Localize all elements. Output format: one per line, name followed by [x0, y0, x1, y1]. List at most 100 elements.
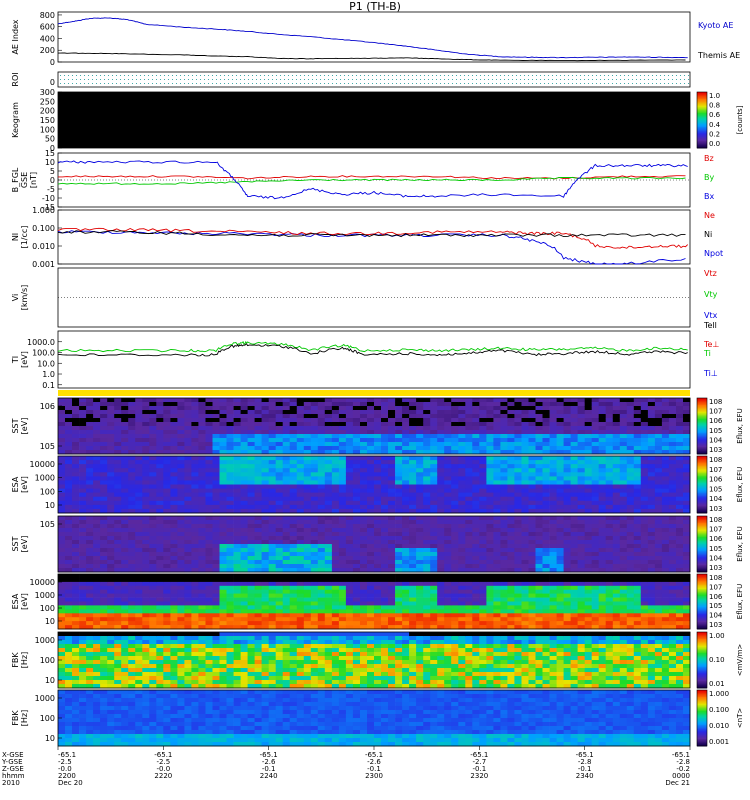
spectrogram-cell [254, 605, 262, 610]
spectrogram-cell [289, 520, 298, 525]
spectrogram-cell [72, 605, 80, 610]
spectrogram-cell [535, 468, 543, 473]
spectrogram-cell [345, 496, 354, 502]
spectrogram-cell [254, 560, 262, 565]
spectrogram-cell [668, 410, 677, 415]
spectrogram-cell [633, 504, 642, 510]
spectrogram-cell [591, 434, 600, 439]
spectrogram-cell [647, 492, 656, 498]
spectrogram-cell [584, 442, 593, 447]
spectrogram-cell [584, 410, 593, 415]
spectrogram-cell [324, 548, 333, 553]
spectrogram-cell [219, 402, 227, 407]
spectrogram-cell [409, 500, 417, 506]
spectrogram-cell [58, 456, 66, 461]
roi-dot [612, 75, 613, 76]
spectrogram-cell [647, 422, 656, 427]
spectrogram-cell [303, 402, 312, 407]
spectrogram-cell [156, 500, 164, 506]
spectrogram-cell [219, 585, 227, 591]
spectrogram-cell [93, 398, 101, 403]
spectrogram-cell [170, 480, 178, 485]
spectrogram-cell [226, 456, 234, 461]
spectrogram-cell [437, 442, 445, 447]
spectrogram-cell [184, 609, 192, 614]
spectrogram-cell [247, 460, 255, 465]
spectrogram-cell [409, 524, 417, 529]
spectrogram-cell [479, 524, 487, 529]
spectrogram-cell [577, 520, 585, 525]
spectrogram-cell [402, 532, 410, 537]
spectrogram-cell [58, 524, 66, 529]
spectrogram-cell [598, 552, 607, 557]
roi-dot [80, 83, 81, 84]
spectrogram-cell [668, 402, 677, 407]
spectrogram-cell [542, 442, 550, 447]
spectrogram-cell [472, 496, 480, 502]
spectrogram-cell [205, 605, 213, 610]
spectrogram-cell [177, 410, 185, 415]
roi-dot [564, 79, 565, 80]
spectrogram-cell [317, 472, 326, 477]
spectrogram-cell [514, 484, 522, 489]
spectrogram-cell [317, 492, 326, 498]
roi-dot [264, 83, 265, 84]
sst-e-colorbar [696, 515, 708, 573]
spectrogram-cell [619, 564, 628, 569]
spectrogram-cell [584, 492, 593, 498]
spectrogram-cell [163, 460, 171, 465]
spectrogram-cell [114, 516, 122, 521]
roi-dot [216, 79, 217, 80]
spectrogram-cell [374, 540, 382, 545]
spectrogram-cell [282, 414, 291, 419]
roi-dot [544, 83, 545, 84]
spectrogram-cell [577, 414, 585, 419]
roi-dot [592, 83, 593, 84]
spectrogram-cell [619, 500, 628, 506]
spectrogram-cell [324, 430, 333, 435]
spectrogram-cell [275, 418, 284, 423]
spectrogram-cell [465, 406, 473, 411]
spectrogram-cell [86, 446, 94, 451]
spectrogram-cell [72, 504, 80, 510]
spectrogram-cell [360, 456, 368, 461]
spectrogram-cell [507, 480, 515, 485]
y-axis-label: ESA [11, 476, 20, 492]
spectrogram-cell [296, 544, 305, 549]
spectrogram-cell [619, 492, 628, 498]
spectrogram-cell [233, 472, 241, 477]
spectrogram-cell [338, 442, 347, 447]
spectrogram-cell [374, 564, 382, 569]
spectrogram-cell [486, 434, 494, 439]
spectrogram-cell [444, 520, 452, 525]
spectrogram-cell [556, 488, 564, 494]
spectrogram-cell [177, 613, 185, 618]
spectrogram-cell [233, 496, 241, 502]
spectrogram-cell [458, 476, 466, 481]
spectrogram-cell [156, 593, 164, 598]
spectrogram-cell [100, 398, 108, 403]
spectrogram-cell [472, 418, 480, 423]
spectrogram-cell [282, 520, 291, 525]
spectrogram-cell [79, 577, 87, 583]
roi-dot [416, 79, 417, 80]
spectrogram-cell [465, 430, 473, 435]
roi-dot [452, 79, 453, 80]
spectrogram-cell [676, 446, 684, 451]
spectrogram-cell [310, 456, 319, 461]
spectrogram-cell [72, 426, 80, 431]
spectrogram-cell [128, 621, 136, 626]
spectrogram-cell [668, 434, 677, 439]
spectrogram-cell [528, 556, 536, 561]
spectrogram-cell [500, 442, 508, 447]
spectrogram-cell [177, 484, 185, 489]
spectrogram-cell [198, 446, 206, 451]
spectrogram-cell [282, 528, 291, 533]
spectrogram-cell [668, 472, 677, 477]
spectrogram-cell [479, 414, 487, 419]
spectrogram-cell [381, 564, 389, 569]
spectrogram-cell [226, 577, 234, 583]
spectrogram-cell [233, 617, 241, 622]
roi-dot [516, 79, 517, 80]
spectrogram-cell [458, 446, 466, 451]
